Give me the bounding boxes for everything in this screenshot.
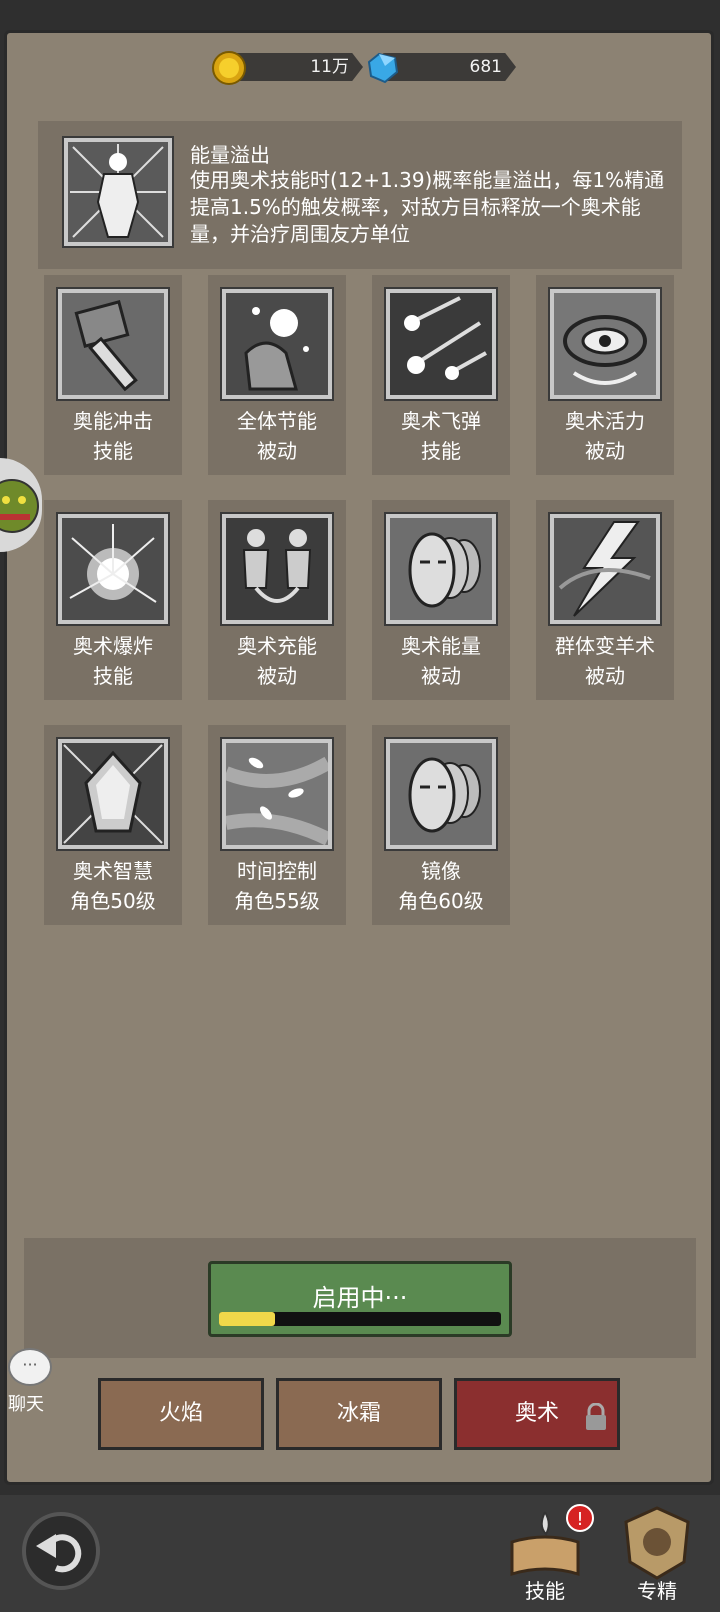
talent-type: 角色55级 xyxy=(234,889,320,913)
chat-label: 聊天 xyxy=(8,1394,44,1415)
energy-overflow-icon xyxy=(64,138,172,246)
mirror-faces-icon xyxy=(386,739,496,849)
talent-name: 奥术能量 xyxy=(401,634,481,658)
talent-name: 时间控制 xyxy=(237,859,317,883)
chat-bubble-icon: ··· xyxy=(8,1348,52,1386)
tab-arcane-label: 奥术 xyxy=(514,1401,559,1426)
talent-type: 角色60级 xyxy=(398,889,484,913)
talent-name: 奥术充能 xyxy=(237,634,317,658)
talent-type: 技能 xyxy=(93,664,133,688)
activate-progress-fill xyxy=(219,1312,276,1326)
talent-tile-arcane-charge[interactable]: 奥术充能 被动 xyxy=(208,500,346,700)
faces-icon xyxy=(386,514,496,624)
figures-icon xyxy=(222,514,332,624)
talent-name: 全体节能 xyxy=(237,409,317,433)
gem-icon xyxy=(367,52,399,84)
talent-name: 能量溢出 xyxy=(190,143,270,167)
talent-tile-mass-conservation[interactable]: 全体节能 被动 xyxy=(208,275,346,475)
nav-skill-label: 技能 xyxy=(525,1579,565,1603)
back-arrow-icon xyxy=(36,1534,82,1573)
talent-tile-arcane-wisdom[interactable]: 奥术智慧 角色50级 xyxy=(44,725,182,925)
talent-tile-arcane-explosion[interactable]: 奥术爆炸 技能 xyxy=(44,500,182,700)
talent-description: 使用奥术技能时(12+1.39)概率能量溢出，每1%精通提高1.5%的触发概率，… xyxy=(190,168,665,246)
activate-label: 启用中··· xyxy=(312,1284,408,1312)
talent-tile-arcane-missiles[interactable]: 奥术飞弹 技能 xyxy=(372,275,510,475)
talent-type: 被动 xyxy=(257,439,297,463)
coin-amount: 11万 xyxy=(228,53,363,81)
nav-spec-label: 专精 xyxy=(637,1579,677,1603)
talent-detail: 能量溢出 使用奥术技能时(12+1.39)概率能量溢出，每1%精通提高1.5%的… xyxy=(38,121,682,269)
back-button[interactable] xyxy=(22,1512,100,1590)
talent-name: 奥能冲击 xyxy=(73,409,153,433)
talent-type: 角色50级 xyxy=(70,889,156,913)
hammer-icon xyxy=(58,289,168,399)
orb-hand-icon xyxy=(222,289,332,399)
talent-tile-arcane-vitality[interactable]: 奥术活力 被动 xyxy=(536,275,674,475)
tab-fire[interactable]: 火焰 xyxy=(98,1378,264,1450)
talent-type: 被动 xyxy=(421,664,461,688)
lightning-icon xyxy=(550,514,660,624)
talent-tile-mass-polymorph[interactable]: 群体变羊术 被动 xyxy=(536,500,674,700)
talent-type: 技能 xyxy=(421,439,461,463)
talent-name: 镜像 xyxy=(421,859,461,883)
lock-icon xyxy=(586,1403,606,1430)
activate-progress-bar xyxy=(219,1312,501,1326)
notification-badge: ! xyxy=(566,1504,594,1532)
talent-tile-time-control[interactable]: 时间控制 角色55级 xyxy=(208,725,346,925)
talent-name: 奥术活力 xyxy=(565,409,645,433)
talent-type: 被动 xyxy=(585,439,625,463)
tab-arcane[interactable]: 奥术 xyxy=(454,1378,620,1450)
gem-amount: 681 xyxy=(381,53,516,81)
eye-swirl-icon xyxy=(550,289,660,399)
talent-name: 群体变羊术 xyxy=(555,634,655,658)
talent-tile-mirror-image[interactable]: 镜像 角色60级 xyxy=(372,725,510,925)
talent-type: 被动 xyxy=(585,664,625,688)
tab-frost[interactable]: 冰霜 xyxy=(276,1378,442,1450)
missiles-icon xyxy=(386,289,496,399)
talent-type: 被动 xyxy=(257,664,297,688)
talent-type: 技能 xyxy=(93,439,133,463)
talent-name: 奥术飞弹 xyxy=(401,409,481,433)
spec-shield-icon xyxy=(624,1506,690,1580)
nav-spec[interactable]: 专精 xyxy=(612,1502,702,1608)
explosion-icon xyxy=(58,514,168,624)
chat-button[interactable]: ··· 聊天 xyxy=(2,1348,58,1418)
leaves-icon xyxy=(222,739,332,849)
crystal-icon xyxy=(58,739,168,849)
talent-tile-arcane-blast[interactable]: 奥能冲击 技能 xyxy=(44,275,182,475)
coin-icon xyxy=(212,51,246,85)
talent-name: 奥术爆炸 xyxy=(73,634,153,658)
talent-tile-arcane-power[interactable]: 奥术能量 被动 xyxy=(372,500,510,700)
activate-button[interactable]: 启用中··· xyxy=(208,1261,512,1337)
talent-name: 奥术智慧 xyxy=(73,859,153,883)
